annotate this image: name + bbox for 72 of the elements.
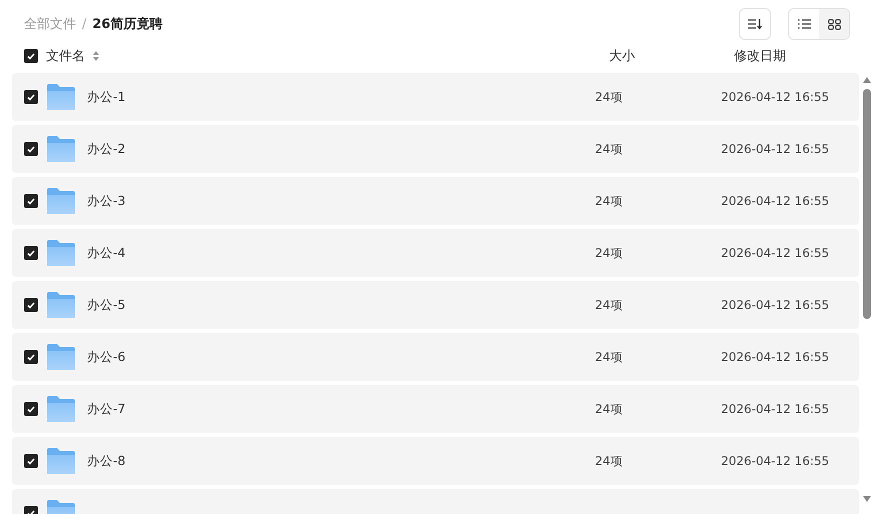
item-count: 24项: [595, 348, 624, 366]
check-icon: [27, 354, 35, 360]
check-icon: [27, 198, 35, 204]
file-row[interactable]: 办公-1 24项 2026-04-12 16:55: [12, 73, 859, 121]
modified-date: 2026-04-12 16:55: [721, 350, 830, 364]
row-checkbox[interactable]: [24, 298, 38, 312]
file-name[interactable]: 办公-6: [87, 348, 126, 366]
folder-icon: [46, 395, 76, 423]
check-icon: [27, 458, 35, 464]
item-count: 24项: [595, 400, 624, 418]
row-checkbox[interactable]: [24, 142, 38, 156]
file-name[interactable]: 办公-8: [87, 452, 126, 470]
folder-icon: [46, 83, 76, 111]
scrollbar-thumb[interactable]: [863, 89, 871, 319]
file-name[interactable]: 办公-2: [87, 140, 126, 158]
file-row[interactable]: 办公-7 24项 2026-04-12 16:55: [12, 385, 859, 433]
check-icon: [27, 52, 35, 60]
grid-view-button[interactable]: [819, 9, 849, 39]
item-count: 24项: [595, 452, 624, 470]
check-icon: [27, 302, 35, 308]
column-header: 大小: [609, 48, 636, 65]
item-count: 24项: [595, 140, 624, 158]
sort-icon: [748, 18, 762, 30]
item-count: 24项: [595, 296, 624, 314]
row-checkbox[interactable]: [24, 402, 38, 416]
check-icon: [27, 146, 35, 152]
folder-icon: [46, 187, 76, 215]
file-row[interactable]: 办公-6 24项 2026-04-12 16:55: [12, 333, 859, 381]
file-row[interactable]: 办公-5 24项 2026-04-12 16:55: [12, 281, 859, 329]
file-name[interactable]: 办公-4: [87, 244, 126, 262]
column-header[interactable]: 文件名: [46, 47, 85, 65]
check-icon: [27, 250, 35, 256]
file-name[interactable]: 办公-3: [87, 192, 126, 210]
file-row[interactable]: 办公-4 24项 2026-04-12 16:55: [12, 229, 859, 277]
folder-icon: [46, 239, 76, 267]
scroll-up-arrow-icon[interactable]: [863, 77, 871, 83]
item-count: 24项: [595, 244, 624, 262]
list-icon: [798, 19, 810, 29]
breadcrumb-item: 26简历竟聘: [92, 16, 162, 33]
breadcrumb-separator: /: [82, 16, 86, 32]
file-name[interactable]: 办公-5: [87, 296, 126, 314]
folder-icon: [46, 447, 76, 475]
grid-icon: [828, 18, 840, 30]
item-count: 24项: [595, 88, 624, 106]
check-icon: [27, 94, 35, 100]
row-checkbox[interactable]: [24, 350, 38, 364]
modified-date: 2026-04-12 16:55: [721, 142, 830, 156]
row-checkbox[interactable]: [24, 454, 38, 468]
file-row[interactable]: 办公-2 24项 2026-04-12 16:55: [12, 125, 859, 173]
modified-date: 2026-04-12 16:55: [721, 454, 830, 468]
item-count: 24项: [595, 192, 624, 210]
file-name[interactable]: 办公-1: [87, 88, 126, 106]
column-header: 修改日期: [734, 48, 787, 65]
sort-button[interactable]: [739, 8, 771, 40]
file-row[interactable]: 办公-3 24项 2026-04-12 16:55: [12, 177, 859, 225]
select-all-checkbox[interactable]: [24, 49, 38, 63]
folder-icon: [46, 343, 76, 371]
folder-icon: [46, 291, 76, 319]
sort-arrows-icon[interactable]: [93, 51, 99, 61]
check-icon: [27, 406, 35, 412]
modified-date: 2026-04-12 16:55: [721, 246, 830, 260]
modified-date: 2026-04-12 16:55: [721, 194, 830, 208]
modified-date: 2026-04-12 16:55: [721, 298, 830, 312]
row-checkbox[interactable]: [24, 90, 38, 104]
file-row[interactable]: 办公-8 24项 2026-04-12 16:55: [12, 437, 859, 485]
row-checkbox[interactable]: [24, 194, 38, 208]
scroll-down-arrow-icon[interactable]: [863, 496, 871, 502]
modified-date: 2026-04-12 16:55: [721, 402, 830, 416]
modified-date: 2026-04-12 16:55: [721, 90, 830, 104]
row-checkbox[interactable]: [24, 246, 38, 260]
folder-icon: [46, 135, 76, 163]
file-name[interactable]: 办公-7: [87, 400, 126, 418]
